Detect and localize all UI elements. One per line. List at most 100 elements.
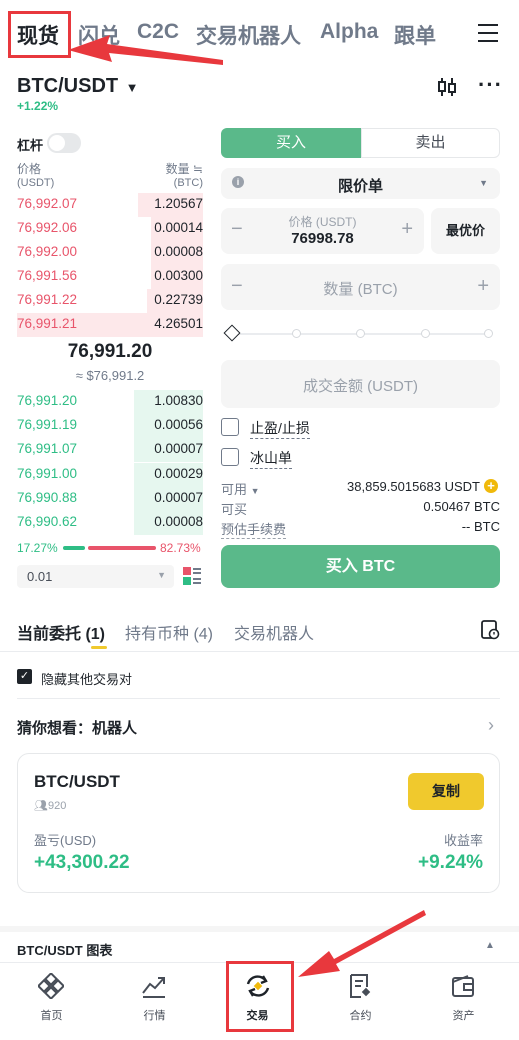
quantity-placeholder: 数量 (BTC): [323, 281, 398, 298]
chevron-down-icon: ▼: [479, 178, 488, 188]
plus-icon[interactable]: +: [401, 218, 413, 241]
best-price-button[interactable]: 最优价: [431, 208, 500, 254]
bid-qty: 0.00029: [154, 465, 203, 481]
nav-home[interactable]: 首页: [0, 963, 103, 1040]
buy-tab[interactable]: 买入: [221, 128, 361, 158]
hide-other-label[interactable]: 隐藏其他交易对: [41, 669, 132, 688]
add-funds-icon[interactable]: +: [484, 479, 498, 493]
fee-label[interactable]: 预估手续费: [221, 519, 287, 539]
tab-bots[interactable]: 交易机器人: [234, 620, 314, 644]
bid-qty: 0.00056: [154, 417, 203, 433]
bid-qty: 0.00007: [154, 489, 203, 505]
order-type-select[interactable]: i 限价单 ▼: [221, 168, 500, 199]
sell-tab[interactable]: 卖出: [361, 128, 500, 158]
tab-holdings[interactable]: 持有币种 (4): [125, 620, 213, 644]
candlestick-chart-icon[interactable]: [437, 77, 457, 97]
total-input[interactable]: 成交金额 (USDT): [221, 360, 500, 408]
suggest-title: 猜你想看：机器人: [17, 720, 138, 737]
order-history-icon[interactable]: [480, 620, 500, 640]
slider-step-100[interactable]: [484, 329, 493, 338]
amount-slider-handle[interactable]: [223, 324, 241, 342]
bid-price: 76,990.88: [17, 489, 78, 505]
plus-icon[interactable]: +: [477, 275, 489, 298]
annotation-arrow-bottom: [298, 910, 426, 977]
ask-price: 76,992.06: [17, 220, 78, 235]
ask-price: 76,992.07: [17, 196, 78, 211]
hide-other-checkbox[interactable]: ✓: [17, 669, 32, 684]
home-icon: [38, 973, 64, 999]
buy-ratio-bar: [63, 546, 85, 550]
ask-price: 76,992.00: [17, 244, 78, 259]
annotation-arrow-top: [68, 35, 223, 65]
nav-home-label: 首页: [40, 1010, 63, 1022]
available-label[interactable]: 可用 ▼: [221, 479, 260, 498]
price-input[interactable]: − 价格 (USDT) 76998.78 +: [221, 208, 424, 254]
ask-qty: 0.22739: [154, 292, 203, 307]
bid-row[interactable]: 76,990.88 0.00007: [17, 487, 203, 511]
buy-ratio: 17.27%: [17, 541, 58, 555]
tab-alpha[interactable]: Alpha: [320, 20, 378, 44]
iceberg-label[interactable]: 冰山单: [250, 448, 292, 469]
pnl-value: +43,300.22: [34, 852, 130, 873]
chevron-right-icon[interactable]: ›: [488, 715, 494, 736]
tab-copy-trading[interactable]: 跟单: [394, 20, 436, 50]
pair-change: +1.22%: [17, 99, 59, 113]
ask-row[interactable]: 76,991.21 4.26501: [17, 313, 203, 337]
iceberg-checkbox[interactable]: [221, 448, 239, 466]
pnl-label: 盈亏(USD): [34, 833, 97, 848]
bid-row[interactable]: 76,991.00 0.00029: [17, 463, 203, 487]
price-input-label: 价格 (USDT): [288, 215, 357, 229]
bid-row[interactable]: 76,991.19 0.00056: [17, 414, 203, 438]
tp-sl-checkbox[interactable]: [221, 418, 239, 436]
can-buy-label: 可买: [221, 502, 248, 517]
tp-sl-label[interactable]: 止盈/止损: [250, 418, 310, 439]
more-icon[interactable]: ···: [478, 74, 503, 96]
users-icon: 👥︎: [34, 800, 48, 812]
bid-price: 76,991.00: [17, 465, 78, 481]
qty-header[interactable]: 数量 ≒: [140, 160, 203, 177]
ask-price: 76,991.21: [17, 316, 78, 331]
copy-button[interactable]: 复制: [408, 773, 484, 810]
sell-ratio: 82.73%: [160, 541, 201, 555]
ask-row[interactable]: 76,992.06 0.00014: [17, 217, 203, 241]
quantity-input[interactable]: − 数量 (BTC) +: [221, 264, 500, 310]
menu-icon[interactable]: [478, 24, 498, 42]
nav-markets[interactable]: 行情: [103, 963, 206, 1040]
bid-price: 76,991.19: [17, 417, 78, 433]
bid-price: 76,991.20: [17, 393, 78, 408]
price-input-value[interactable]: 76998.78: [221, 230, 424, 247]
ask-price: 76,991.22: [17, 292, 78, 307]
buy-btc-button[interactable]: 买入 BTC: [221, 545, 500, 588]
book-layout-icon[interactable]: [182, 566, 202, 586]
can-buy-value: 0.50467 BTC: [423, 499, 500, 514]
slider-step-25[interactable]: [292, 329, 301, 338]
bid-row[interactable]: 76,991.07 0.00007: [17, 438, 203, 462]
bid-qty: 0.00007: [154, 441, 203, 457]
pair-symbol: BTC/USDT: [17, 75, 119, 97]
ask-row[interactable]: 76,991.22 0.22739: [17, 289, 203, 313]
ask-row[interactable]: 76,992.07 1.20567: [17, 193, 203, 217]
last-price-usd: ≈ $76,991.2: [75, 368, 145, 383]
slider-step-75[interactable]: [421, 329, 430, 338]
active-tab-indicator: [91, 646, 107, 649]
slider-step-50[interactable]: [356, 329, 365, 338]
precision-select[interactable]: 0.01 ▼: [17, 565, 174, 588]
bid-row[interactable]: 76,991.20 1.00830: [17, 390, 203, 414]
chart-line-icon: [142, 977, 165, 998]
wallet-icon: [452, 975, 474, 997]
roi-value: +9.24%: [418, 852, 483, 873]
followers: 👥︎920: [34, 800, 67, 812]
chart-bar[interactable]: BTC/USDT 图表 ▲: [0, 926, 519, 962]
tab-open-orders[interactable]: 当前委托 (1): [17, 620, 105, 644]
leverage-label: 杠杆: [17, 138, 44, 153]
bid-row[interactable]: 76,990.62 0.00008: [17, 511, 203, 535]
bot-card[interactable]: BTC/USDT 👥︎920 复制 盈亏(USD) +43,300.22 收益率…: [17, 753, 500, 893]
ask-row[interactable]: 76,992.00 0.00008: [17, 241, 203, 265]
ask-row[interactable]: 76,991.56 0.00300: [17, 265, 203, 289]
divider: [17, 698, 500, 699]
ask-price: 76,991.56: [17, 268, 78, 283]
sell-ratio-bar: [88, 546, 156, 550]
bid-qty: 0.00008: [154, 514, 203, 529]
leverage-toggle[interactable]: [47, 133, 81, 153]
pair-selector[interactable]: BTC/USDT ▼: [17, 75, 139, 98]
